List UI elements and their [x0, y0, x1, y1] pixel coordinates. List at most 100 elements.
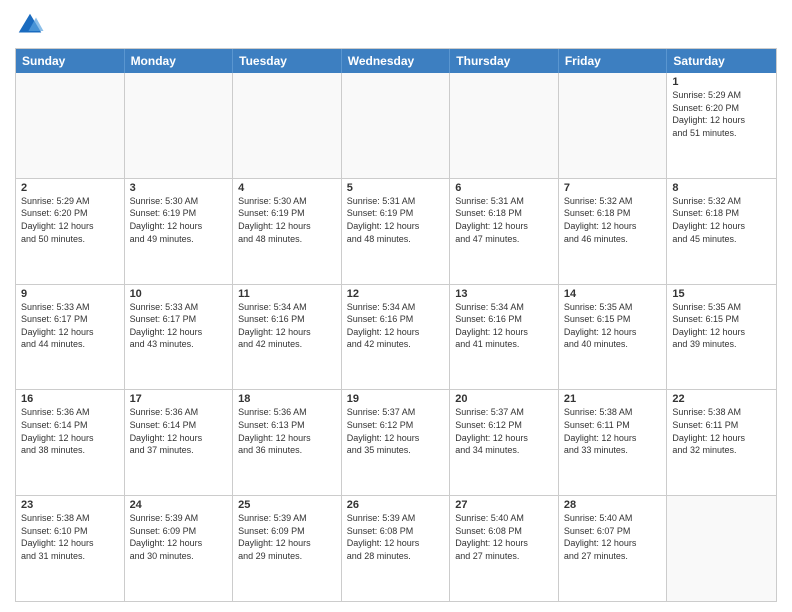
day-info: Sunrise: 5:39 AM Sunset: 6:09 PM Dayligh… [130, 512, 228, 562]
day-number: 18 [238, 393, 336, 405]
day-number: 23 [21, 499, 119, 511]
day-info: Sunrise: 5:36 AM Sunset: 6:13 PM Dayligh… [238, 406, 336, 456]
day-number: 9 [21, 288, 119, 300]
day-info: Sunrise: 5:39 AM Sunset: 6:09 PM Dayligh… [238, 512, 336, 562]
day-cell-18: 18Sunrise: 5:36 AM Sunset: 6:13 PM Dayli… [233, 390, 342, 495]
day-info: Sunrise: 5:38 AM Sunset: 6:11 PM Dayligh… [672, 406, 771, 456]
day-info: Sunrise: 5:32 AM Sunset: 6:18 PM Dayligh… [672, 195, 771, 245]
day-cell-9: 9Sunrise: 5:33 AM Sunset: 6:17 PM Daylig… [16, 285, 125, 390]
day-info: Sunrise: 5:30 AM Sunset: 6:19 PM Dayligh… [130, 195, 228, 245]
empty-cell-0-4 [450, 73, 559, 178]
day-info: Sunrise: 5:40 AM Sunset: 6:07 PM Dayligh… [564, 512, 662, 562]
calendar-row-2: 9Sunrise: 5:33 AM Sunset: 6:17 PM Daylig… [16, 284, 776, 390]
day-number: 21 [564, 393, 662, 405]
day-info: Sunrise: 5:36 AM Sunset: 6:14 PM Dayligh… [21, 406, 119, 456]
day-info: Sunrise: 5:38 AM Sunset: 6:11 PM Dayligh… [564, 406, 662, 456]
day-info: Sunrise: 5:31 AM Sunset: 6:18 PM Dayligh… [455, 195, 553, 245]
day-number: 10 [130, 288, 228, 300]
calendar-row-4: 23Sunrise: 5:38 AM Sunset: 6:10 PM Dayli… [16, 495, 776, 601]
day-cell-23: 23Sunrise: 5:38 AM Sunset: 6:10 PM Dayli… [16, 496, 125, 601]
day-cell-15: 15Sunrise: 5:35 AM Sunset: 6:15 PM Dayli… [667, 285, 776, 390]
calendar-row-3: 16Sunrise: 5:36 AM Sunset: 6:14 PM Dayli… [16, 389, 776, 495]
day-info: Sunrise: 5:39 AM Sunset: 6:08 PM Dayligh… [347, 512, 445, 562]
day-cell-24: 24Sunrise: 5:39 AM Sunset: 6:09 PM Dayli… [125, 496, 234, 601]
day-cell-12: 12Sunrise: 5:34 AM Sunset: 6:16 PM Dayli… [342, 285, 451, 390]
day-cell-11: 11Sunrise: 5:34 AM Sunset: 6:16 PM Dayli… [233, 285, 342, 390]
day-number: 12 [347, 288, 445, 300]
weekday-header-friday: Friday [559, 49, 668, 73]
day-info: Sunrise: 5:40 AM Sunset: 6:08 PM Dayligh… [455, 512, 553, 562]
day-number: 14 [564, 288, 662, 300]
weekday-header-saturday: Saturday [667, 49, 776, 73]
day-cell-5: 5Sunrise: 5:31 AM Sunset: 6:19 PM Daylig… [342, 179, 451, 284]
day-number: 16 [21, 393, 119, 405]
day-number: 19 [347, 393, 445, 405]
empty-cell-0-3 [342, 73, 451, 178]
day-number: 8 [672, 182, 771, 194]
day-cell-6: 6Sunrise: 5:31 AM Sunset: 6:18 PM Daylig… [450, 179, 559, 284]
day-cell-13: 13Sunrise: 5:34 AM Sunset: 6:16 PM Dayli… [450, 285, 559, 390]
day-info: Sunrise: 5:35 AM Sunset: 6:15 PM Dayligh… [672, 301, 771, 351]
logo-icon [15, 10, 45, 40]
day-cell-22: 22Sunrise: 5:38 AM Sunset: 6:11 PM Dayli… [667, 390, 776, 495]
day-cell-7: 7Sunrise: 5:32 AM Sunset: 6:18 PM Daylig… [559, 179, 668, 284]
day-cell-10: 10Sunrise: 5:33 AM Sunset: 6:17 PM Dayli… [125, 285, 234, 390]
day-cell-8: 8Sunrise: 5:32 AM Sunset: 6:18 PM Daylig… [667, 179, 776, 284]
day-number: 4 [238, 182, 336, 194]
day-info: Sunrise: 5:30 AM Sunset: 6:19 PM Dayligh… [238, 195, 336, 245]
day-cell-16: 16Sunrise: 5:36 AM Sunset: 6:14 PM Dayli… [16, 390, 125, 495]
page: SundayMondayTuesdayWednesdayThursdayFrid… [0, 0, 792, 612]
day-cell-3: 3Sunrise: 5:30 AM Sunset: 6:19 PM Daylig… [125, 179, 234, 284]
day-cell-25: 25Sunrise: 5:39 AM Sunset: 6:09 PM Dayli… [233, 496, 342, 601]
day-number: 5 [347, 182, 445, 194]
day-info: Sunrise: 5:35 AM Sunset: 6:15 PM Dayligh… [564, 301, 662, 351]
day-info: Sunrise: 5:36 AM Sunset: 6:14 PM Dayligh… [130, 406, 228, 456]
weekday-header-tuesday: Tuesday [233, 49, 342, 73]
day-number: 26 [347, 499, 445, 511]
calendar: SundayMondayTuesdayWednesdayThursdayFrid… [15, 48, 777, 602]
day-number: 17 [130, 393, 228, 405]
day-cell-28: 28Sunrise: 5:40 AM Sunset: 6:07 PM Dayli… [559, 496, 668, 601]
day-info: Sunrise: 5:34 AM Sunset: 6:16 PM Dayligh… [455, 301, 553, 351]
day-number: 1 [672, 76, 771, 88]
day-number: 25 [238, 499, 336, 511]
calendar-body: 1Sunrise: 5:29 AM Sunset: 6:20 PM Daylig… [16, 73, 776, 601]
empty-cell-0-2 [233, 73, 342, 178]
day-info: Sunrise: 5:33 AM Sunset: 6:17 PM Dayligh… [130, 301, 228, 351]
calendar-row-1: 2Sunrise: 5:29 AM Sunset: 6:20 PM Daylig… [16, 178, 776, 284]
day-number: 3 [130, 182, 228, 194]
day-cell-17: 17Sunrise: 5:36 AM Sunset: 6:14 PM Dayli… [125, 390, 234, 495]
day-cell-21: 21Sunrise: 5:38 AM Sunset: 6:11 PM Dayli… [559, 390, 668, 495]
day-cell-20: 20Sunrise: 5:37 AM Sunset: 6:12 PM Dayli… [450, 390, 559, 495]
day-info: Sunrise: 5:33 AM Sunset: 6:17 PM Dayligh… [21, 301, 119, 351]
empty-cell-0-5 [559, 73, 668, 178]
day-number: 20 [455, 393, 553, 405]
day-info: Sunrise: 5:34 AM Sunset: 6:16 PM Dayligh… [347, 301, 445, 351]
day-cell-14: 14Sunrise: 5:35 AM Sunset: 6:15 PM Dayli… [559, 285, 668, 390]
day-number: 24 [130, 499, 228, 511]
day-cell-27: 27Sunrise: 5:40 AM Sunset: 6:08 PM Dayli… [450, 496, 559, 601]
day-info: Sunrise: 5:37 AM Sunset: 6:12 PM Dayligh… [347, 406, 445, 456]
day-info: Sunrise: 5:29 AM Sunset: 6:20 PM Dayligh… [672, 89, 771, 139]
day-cell-26: 26Sunrise: 5:39 AM Sunset: 6:08 PM Dayli… [342, 496, 451, 601]
day-number: 6 [455, 182, 553, 194]
day-cell-4: 4Sunrise: 5:30 AM Sunset: 6:19 PM Daylig… [233, 179, 342, 284]
day-info: Sunrise: 5:31 AM Sunset: 6:19 PM Dayligh… [347, 195, 445, 245]
day-number: 13 [455, 288, 553, 300]
day-number: 11 [238, 288, 336, 300]
day-info: Sunrise: 5:32 AM Sunset: 6:18 PM Dayligh… [564, 195, 662, 245]
day-cell-1: 1Sunrise: 5:29 AM Sunset: 6:20 PM Daylig… [667, 73, 776, 178]
calendar-header: SundayMondayTuesdayWednesdayThursdayFrid… [16, 49, 776, 73]
weekday-header-thursday: Thursday [450, 49, 559, 73]
day-info: Sunrise: 5:29 AM Sunset: 6:20 PM Dayligh… [21, 195, 119, 245]
empty-cell-0-1 [125, 73, 234, 178]
weekday-header-sunday: Sunday [16, 49, 125, 73]
day-cell-19: 19Sunrise: 5:37 AM Sunset: 6:12 PM Dayli… [342, 390, 451, 495]
day-number: 15 [672, 288, 771, 300]
day-info: Sunrise: 5:37 AM Sunset: 6:12 PM Dayligh… [455, 406, 553, 456]
day-number: 28 [564, 499, 662, 511]
day-number: 22 [672, 393, 771, 405]
day-number: 27 [455, 499, 553, 511]
day-number: 7 [564, 182, 662, 194]
empty-cell-4-6 [667, 496, 776, 601]
